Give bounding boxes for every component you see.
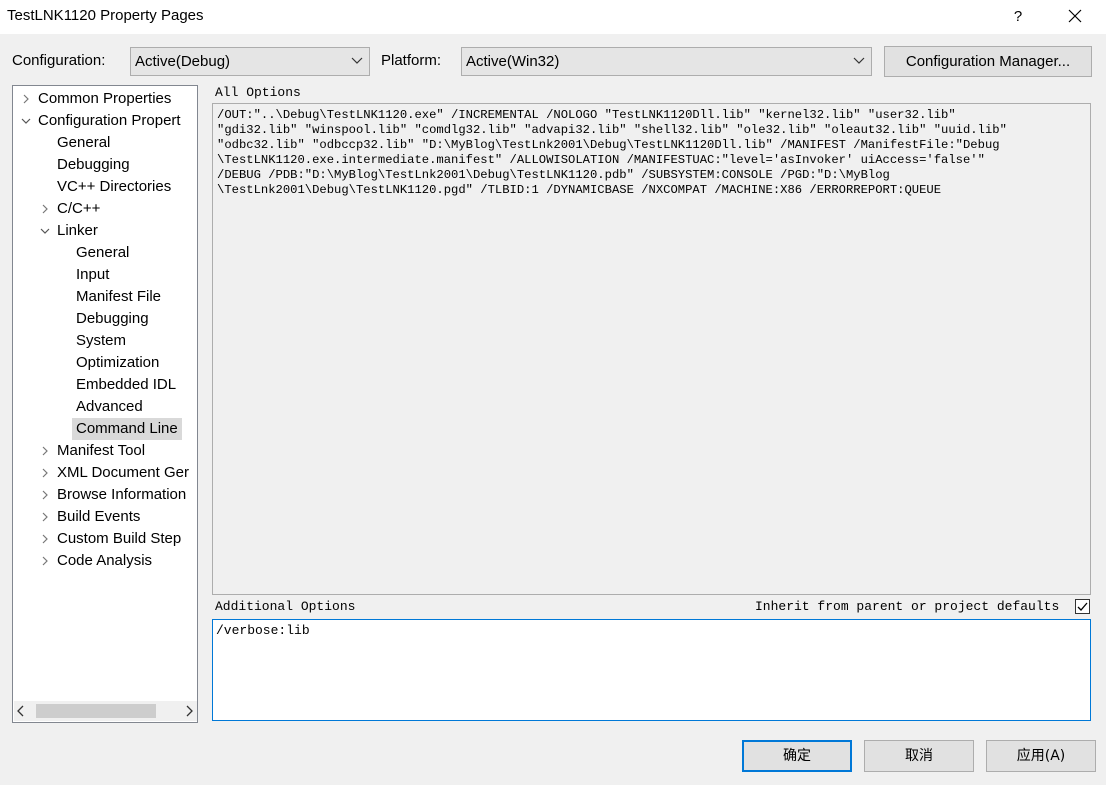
additional-options-label: Additional Options (215, 599, 356, 614)
all-options-line: /OUT:"..\Debug\TestLNK1120.exe" /INCREME… (217, 108, 956, 122)
all-options-line: "odbc32.lib" "odbccp32.lib" "D:\MyBlog\T… (217, 138, 1000, 152)
configuration-label: Configuration: (12, 52, 106, 69)
tree-item-label: Build Events (57, 508, 141, 525)
tree-item-label: Debugging (76, 310, 149, 327)
configuration-manager-button[interactable]: Configuration Manager... (884, 46, 1092, 77)
all-options-line: \TestLNK1120.exe.intermediate.manifest" … (217, 153, 985, 167)
chevron-right-icon[interactable] (40, 484, 52, 506)
property-tree: Common Properties Configuration Propert Ge… (12, 85, 198, 723)
checkmark-icon (1077, 602, 1088, 611)
tree-item-label: Code Analysis (57, 552, 153, 569)
configuration-value: Active(Debug) (135, 53, 231, 70)
tree-item-label: Browse Information (57, 486, 187, 503)
chevron-right-icon[interactable] (40, 198, 52, 220)
close-icon (1068, 9, 1082, 23)
tree-item-label: Manifest Tool (57, 442, 146, 459)
chevron-right-icon[interactable] (40, 550, 52, 572)
inherit-label: Inherit from parent or project defaults (755, 599, 1060, 614)
platform-value: Active(Win32) (466, 53, 560, 70)
configuration-dropdown[interactable]: Active(Debug) (130, 47, 370, 76)
tree-item-label: Debugging (57, 156, 130, 173)
ok-button[interactable]: 确定 (742, 740, 852, 772)
title-bar: TestLNK1120 Property Pages ? (0, 0, 1106, 34)
apply-button[interactable]: 应用(A) (986, 740, 1096, 772)
tree-item-label: General (57, 134, 111, 151)
help-button[interactable]: ? (1003, 4, 1033, 30)
platform-dropdown[interactable]: Active(Win32) (461, 47, 872, 76)
scroll-right-icon[interactable] (185, 705, 193, 717)
platform-label: Platform: (381, 52, 442, 69)
all-options-label: All Options (215, 85, 301, 100)
chevron-right-icon[interactable] (21, 88, 33, 110)
chevron-right-icon[interactable] (40, 440, 52, 462)
tree-item-label: Common Properties (38, 90, 172, 107)
tree-item-label: Embedded IDL (76, 376, 177, 393)
tree-item-label: Configuration Propert (38, 112, 181, 129)
chevron-down-icon[interactable] (40, 220, 52, 242)
tree-item-label: Custom Build Step (57, 530, 182, 547)
tree-item-label: Optimization (76, 354, 160, 371)
all-options-line: "gdi32.lib" "winspool.lib" "comdlg32.lib… (217, 123, 1007, 137)
cancel-button[interactable]: 取消 (864, 740, 974, 772)
tree-item-label: Input (76, 266, 110, 283)
chevron-right-icon[interactable] (40, 528, 52, 550)
inherit-checkbox[interactable] (1075, 599, 1090, 614)
tree-item-label: Command Line (72, 418, 182, 440)
tree-item-label: Advanced (76, 398, 143, 415)
tree-item-label: C/C++ (57, 200, 101, 217)
chevron-right-icon[interactable] (40, 506, 52, 528)
all-options-line: \TestLnk2001\Debug\TestLNK1120.pgd" /TLB… (217, 183, 942, 197)
tree-item-label: VC++ Directories (57, 178, 172, 195)
all-options-text: /OUT:"..\Debug\TestLNK1120.exe" /INCREME… (217, 108, 1087, 198)
scroll-thumb[interactable] (36, 704, 156, 718)
tree-horizontal-scrollbar[interactable] (14, 701, 197, 721)
tree-item-label: XML Document Ger (57, 464, 189, 481)
window-title: TestLNK1120 Property Pages (7, 7, 204, 24)
chevron-down-icon[interactable] (21, 110, 33, 132)
chevron-down-icon (853, 57, 865, 64)
tree-item-label: System (76, 332, 127, 349)
tree-item-label: Manifest File (76, 288, 162, 305)
close-button[interactable] (1060, 4, 1090, 30)
tree-item-label: General (76, 244, 130, 261)
scroll-left-icon[interactable] (17, 705, 25, 717)
additional-options-input[interactable]: /verbose:lib (212, 619, 1091, 721)
tree-item-label: Linker (57, 222, 98, 239)
all-options-line: /DEBUG /PDB:"D:\MyBlog\TestLnk2001\Debug… (217, 168, 890, 182)
all-options-box[interactable]: /OUT:"..\Debug\TestLNK1120.exe" /INCREME… (212, 103, 1091, 595)
chevron-down-icon (351, 57, 363, 64)
chevron-right-icon[interactable] (40, 462, 52, 484)
additional-options-value: /verbose:lib (216, 623, 310, 638)
